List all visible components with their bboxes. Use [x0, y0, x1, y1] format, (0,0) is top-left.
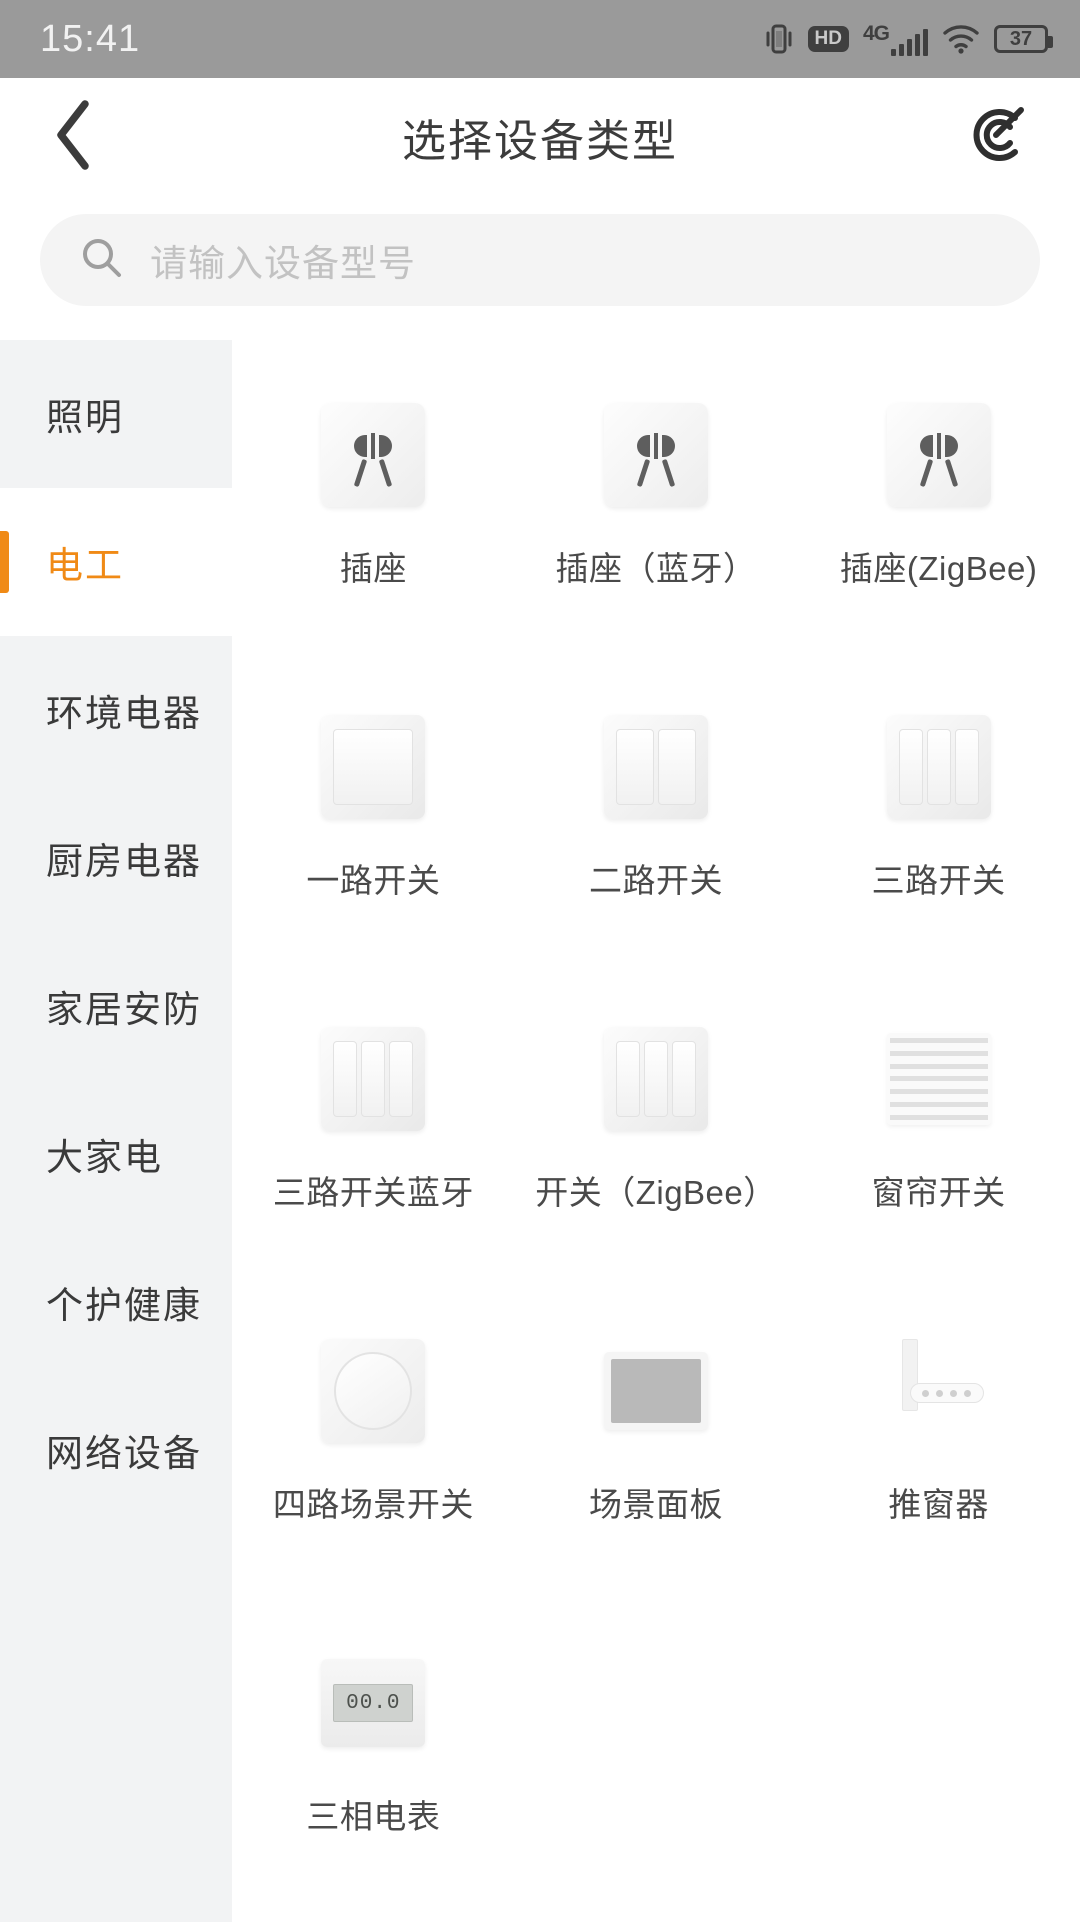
- sidebar-item-3[interactable]: 厨房电器: [0, 784, 232, 932]
- network-type-label: 4G: [862, 21, 890, 45]
- device-label: 三路开关: [871, 862, 1006, 899]
- device-tile[interactable]: 三路开关蓝牙: [232, 998, 515, 1224]
- scan-button[interactable]: [960, 101, 1032, 173]
- sidebar-item-label: 厨房电器: [46, 841, 202, 882]
- signal-bars: [891, 28, 928, 56]
- device-tile[interactable]: 二路开关: [515, 686, 798, 912]
- sidebar-item-1[interactable]: 电工: [0, 488, 232, 636]
- page-title: 选择设备类型: [402, 117, 678, 166]
- sidebar-item-7[interactable]: 网络设备: [0, 1376, 232, 1524]
- device-tile[interactable]: 场景面板: [515, 1310, 798, 1536]
- device-label: 推窗器: [888, 1486, 989, 1523]
- device-row-3: 四路场景开关 场景面板 推窗器: [232, 1310, 1080, 1536]
- sidebar-item-label: 网络设备: [46, 1433, 202, 1474]
- battery-icon: 37: [994, 25, 1053, 53]
- sidebar-item-0[interactable]: 照明: [0, 340, 232, 488]
- sidebar-item-label: 电工: [46, 545, 124, 586]
- sidebar-item-5[interactable]: 大家电: [0, 1080, 232, 1228]
- search-region: 请输入设备型号: [0, 196, 1080, 340]
- meter-icon: 00.0: [232, 1644, 515, 1762]
- search-input[interactable]: 请输入设备型号: [40, 214, 1040, 306]
- switch-3gang-icon: [232, 1020, 515, 1138]
- wifi-icon: [942, 24, 980, 54]
- device-tile[interactable]: 四路场景开关: [232, 1310, 515, 1536]
- sidebar-item-label: 大家电: [46, 1137, 163, 1178]
- socket-icon: [232, 396, 515, 514]
- device-tile[interactable]: 推窗器: [797, 1310, 1080, 1536]
- device-label: 开关（ZigBee）: [535, 1174, 777, 1211]
- sidebar-item-6[interactable]: 个护健康: [0, 1228, 232, 1376]
- switch-3gang-icon: [797, 708, 1080, 826]
- status-time: 15:41: [40, 17, 141, 60]
- device-label: 窗帘开关: [871, 1174, 1006, 1211]
- vibrate-icon: [764, 22, 794, 56]
- socket-icon: [515, 396, 798, 514]
- row-spacer: [232, 600, 1080, 686]
- sidebar-item-2[interactable]: 环境电器: [0, 636, 232, 784]
- status-icons-group: HD 4G 37: [764, 22, 1053, 56]
- device-row-0: 插座 插座（蓝牙） 插座(ZigBee): [232, 374, 1080, 600]
- sidebar-item-label: 家居安防: [46, 989, 202, 1030]
- row-spacer: [232, 1224, 1080, 1310]
- device-tile-empty: [515, 1622, 798, 1848]
- scene-panel-icon: [515, 1332, 798, 1450]
- device-tile[interactable]: 开关（ZigBee）: [515, 998, 798, 1224]
- search-placeholder: 请输入设备型号: [150, 243, 416, 284]
- search-icon: [80, 236, 124, 285]
- battery-level-text: 37: [1009, 28, 1033, 50]
- device-row-2: 三路开关蓝牙 开关（ZigBee） 窗帘开关: [232, 998, 1080, 1224]
- row-spacer: [232, 1536, 1080, 1622]
- device-tile[interactable]: 插座: [232, 374, 515, 600]
- device-tile[interactable]: 窗帘开关: [797, 998, 1080, 1224]
- sidebar-item-4[interactable]: 家居安防: [0, 932, 232, 1080]
- hd-icon: HD: [807, 26, 849, 52]
- device-label: 四路场景开关: [272, 1486, 474, 1523]
- status-bar: 15:41 HD 4G 37: [0, 0, 1080, 78]
- 4g-signal-icon: 4G: [863, 23, 928, 56]
- device-row-1: 一路开关 二路开关 三路开关: [232, 686, 1080, 912]
- sidebar-item-label: 照明: [46, 397, 124, 438]
- device-label: 插座(ZigBee): [839, 550, 1038, 587]
- meter-display: 00.0: [333, 1684, 414, 1722]
- device-row-4: 00.0 三相电表: [232, 1622, 1080, 1848]
- switch-2gang-icon: [515, 708, 798, 826]
- sidebar-item-label: 个护健康: [46, 1285, 202, 1326]
- device-tile[interactable]: 插座(ZigBee): [797, 374, 1080, 600]
- device-tile-empty: [797, 1622, 1080, 1848]
- device-label: 三相电表: [306, 1798, 441, 1835]
- device-tile[interactable]: 00.0 三相电表: [232, 1622, 515, 1848]
- window-opener-icon: [797, 1332, 1080, 1450]
- device-grid: 插座 插座（蓝牙） 插座(ZigBee) 一路开关 二路开关 三路开关 三路开关…: [232, 340, 1080, 1922]
- switch-1gang-icon: [232, 708, 515, 826]
- category-sidebar[interactable]: 照明 电工 环境电器 厨房电器 家居安防 大家电 个护健康 网络设备: [0, 340, 232, 1922]
- device-label: 三路开关蓝牙: [272, 1174, 474, 1211]
- app-header: 选择设备类型: [0, 78, 1080, 196]
- device-tile[interactable]: 一路开关: [232, 686, 515, 912]
- back-button[interactable]: [44, 99, 104, 170]
- socket-icon: [797, 396, 1080, 514]
- chevron-left-icon: [51, 98, 97, 177]
- switch-3gang-icon: [515, 1020, 798, 1138]
- content-area: 照明 电工 环境电器 厨房电器 家居安防 大家电 个护健康 网络设备 插座 插座…: [0, 340, 1080, 1922]
- scan-target-icon: [963, 102, 1029, 173]
- device-label: 一路开关: [306, 862, 441, 899]
- row-spacer: [232, 912, 1080, 998]
- device-label: 插座: [339, 550, 407, 587]
- device-label: 场景面板: [588, 1486, 723, 1523]
- device-label: 插座（蓝牙）: [555, 550, 757, 587]
- curtain-icon: [797, 1020, 1080, 1138]
- device-label: 二路开关: [588, 862, 723, 899]
- scene-knob-icon: [232, 1332, 515, 1450]
- device-tile[interactable]: 三路开关: [797, 686, 1080, 912]
- sidebar-item-label: 环境电器: [46, 693, 202, 734]
- device-tile[interactable]: 插座（蓝牙）: [515, 374, 798, 600]
